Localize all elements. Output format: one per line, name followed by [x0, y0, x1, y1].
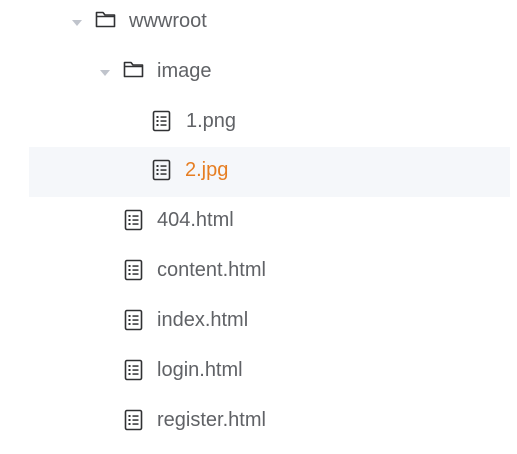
caret-down-icon[interactable] [72, 20, 82, 26]
tree-node-label: login.html [157, 359, 243, 381]
document-list-icon [152, 110, 172, 137]
tree-node-login-html[interactable]: login.html [0, 347, 510, 397]
folder-open-icon [95, 10, 117, 33]
tree-node-label: image [157, 60, 212, 82]
folder-open-icon [123, 60, 145, 83]
document-list-icon [124, 259, 144, 286]
caret-down-icon[interactable] [100, 70, 110, 76]
tree-node-1-png[interactable]: 1.png [0, 98, 510, 148]
tree-node-label: 1.png [186, 110, 237, 132]
tree-node-image[interactable]: image [0, 48, 510, 98]
tree-node-404-html[interactable]: 404.html [0, 197, 510, 247]
tree-node-wwwroot[interactable]: wwwroot [0, 0, 510, 48]
tree-node-label: wwwroot [129, 10, 207, 32]
document-list-icon [124, 209, 144, 236]
document-list-icon [152, 159, 172, 186]
tree-node-label: 404.html [157, 209, 234, 231]
tree-node-label: 2.jpg [185, 159, 229, 181]
tree-node-register-html[interactable]: register.html [0, 397, 510, 447]
tree-node-label: register.html [157, 409, 266, 431]
tree-node-label: index.html [157, 309, 249, 331]
document-list-icon [124, 359, 144, 386]
document-list-icon [124, 309, 144, 336]
tree-node-index-html[interactable]: index.html [0, 297, 510, 347]
tree-node-2-jpg[interactable]: 2.jpg [29, 147, 510, 197]
file-tree: wwwroot image 1.png 2.jpg 404.html conte… [0, 0, 517, 454]
tree-node-content-html[interactable]: content.html [0, 247, 510, 297]
tree-node-label: content.html [157, 259, 266, 281]
document-list-icon [124, 409, 144, 436]
